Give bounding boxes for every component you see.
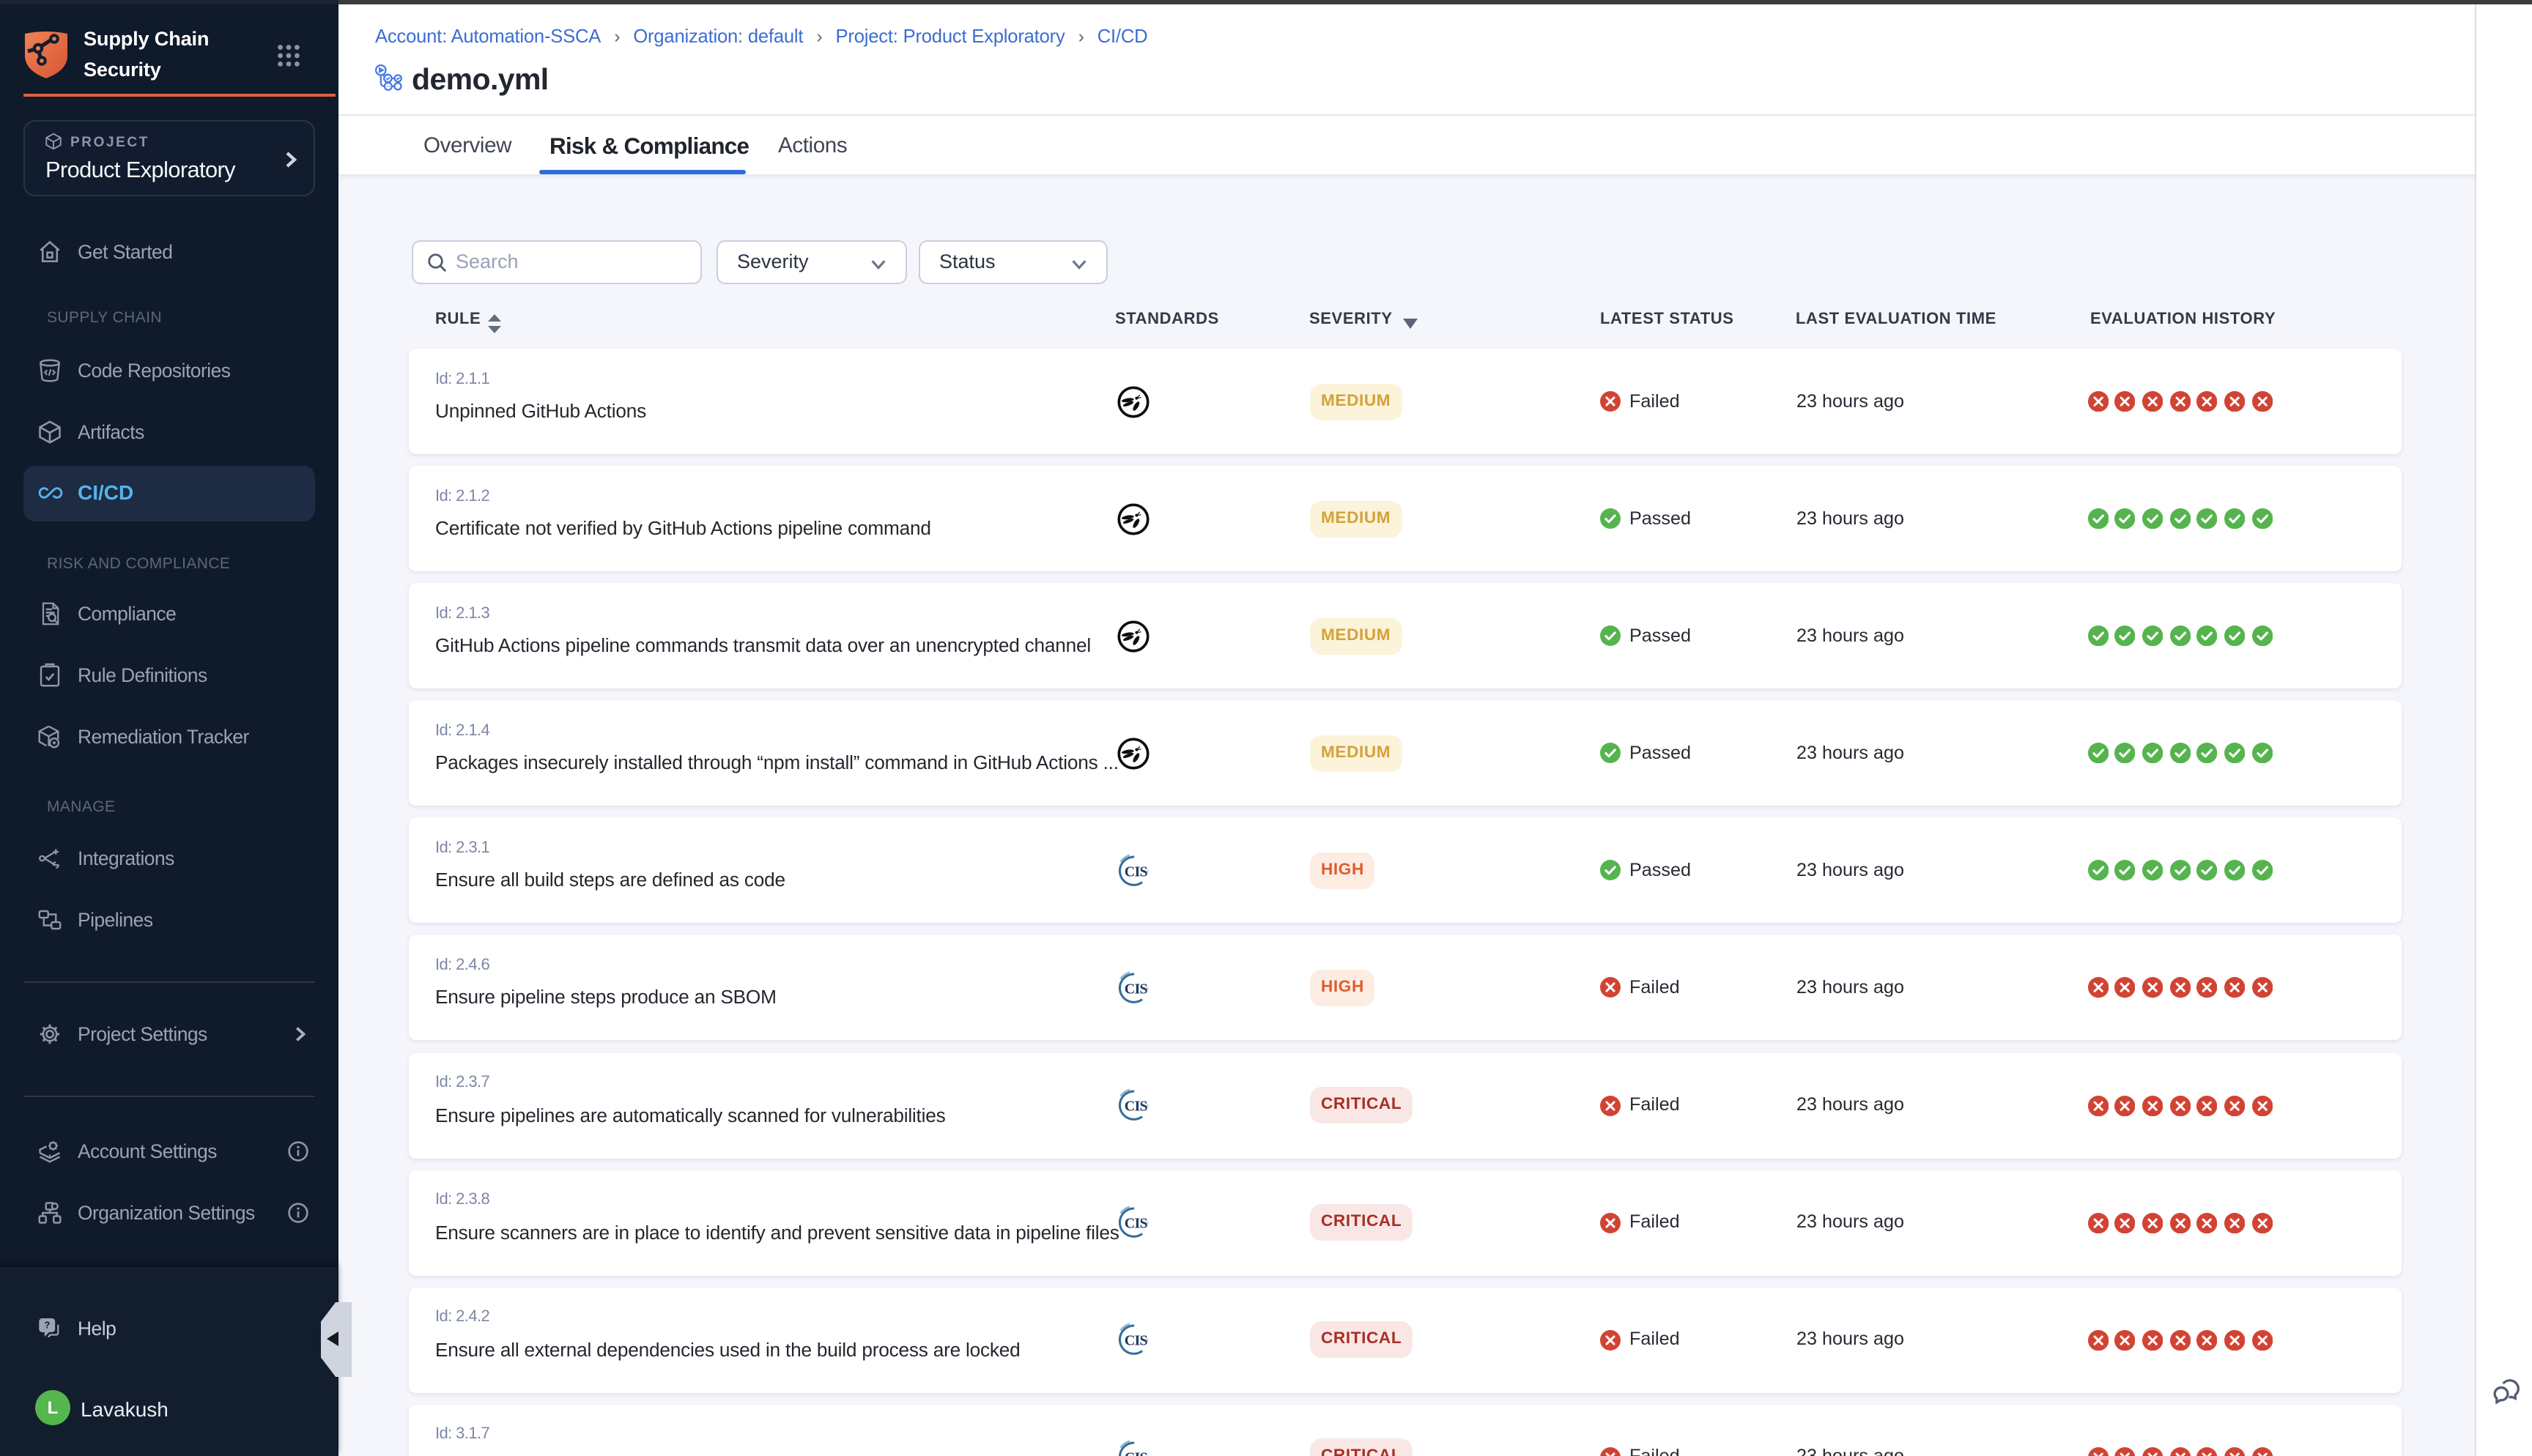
svg-text:CIS: CIS	[1125, 863, 1148, 880]
svg-text:CIS: CIS	[1125, 1216, 1148, 1232]
svg-text:CIS: CIS	[1125, 1450, 1148, 1456]
svg-text:CIS: CIS	[1125, 981, 1148, 998]
svg-text:CIS: CIS	[1125, 1333, 1148, 1349]
svg-text:?: ?	[45, 1320, 51, 1331]
svg-text:CIS: CIS	[1125, 1099, 1148, 1115]
